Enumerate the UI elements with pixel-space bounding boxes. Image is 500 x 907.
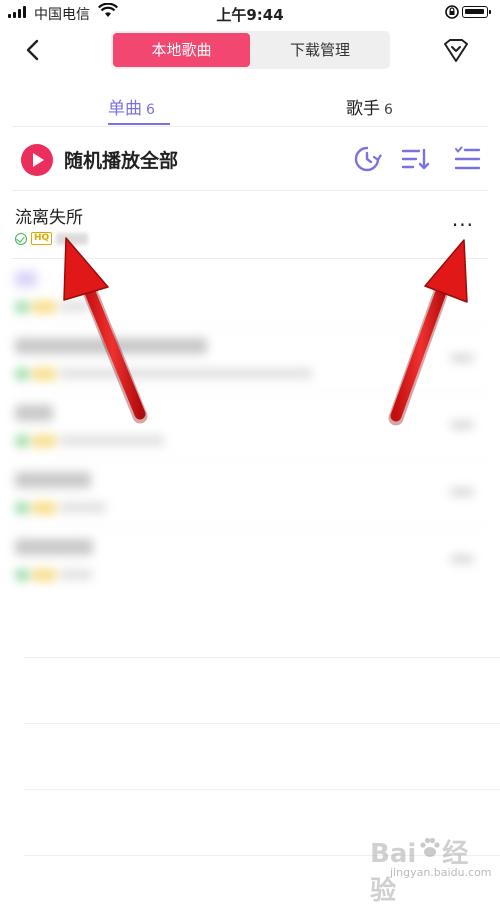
tab-singles-label: 单曲 — [108, 99, 142, 119]
header-segmented-control: 下载管理 本地歌曲 — [111, 31, 390, 69]
blurred-title — [15, 338, 207, 354]
song-title: 流离失所 — [15, 208, 83, 228]
watermark-url: jingyan.baidu.com — [390, 866, 492, 879]
more-options-button[interactable]: ··· — [452, 213, 474, 237]
song-row[interactable]: 流离失所 HQ ··· — [12, 192, 488, 259]
tab-singles[interactable]: 单曲 6 — [108, 94, 155, 119]
song-row-blurred[interactable] — [12, 326, 488, 393]
play-all-label[interactable]: 随机播放全部 — [64, 146, 178, 173]
paw-logo-icon — [420, 837, 440, 857]
history-clock-icon[interactable] — [352, 144, 382, 174]
play-all-row: 随机播放全部 — [12, 138, 488, 191]
tab-artists-label: 歌手 — [346, 99, 380, 119]
divider — [24, 789, 500, 790]
blurred-hq-badge — [32, 569, 56, 581]
blurred-more-icon[interactable] — [450, 354, 474, 362]
divider — [24, 723, 500, 724]
download-diamond-icon[interactable] — [442, 38, 470, 64]
tab-singles-count: 6 — [146, 102, 155, 118]
play-all-button[interactable] — [21, 144, 53, 176]
multi-select-list-icon[interactable] — [452, 144, 482, 174]
clock: 上午9:44 — [216, 6, 284, 24]
song-row-blurred[interactable] — [12, 393, 488, 460]
sub-tab-bar: 单曲 6 歌手 6 — [12, 90, 488, 127]
blurred-hq-badge — [32, 368, 56, 380]
blurred-check-icon — [15, 368, 29, 380]
blurred-artist — [60, 368, 312, 379]
blurred-check-icon — [15, 301, 29, 313]
battery-icon — [462, 6, 491, 18]
blurred-title — [15, 405, 53, 421]
blurred-artist — [60, 301, 90, 312]
tab-artists[interactable]: 歌手 6 — [346, 94, 393, 119]
blurred-artist — [60, 435, 164, 446]
tab-local-songs[interactable]: 本地歌曲 — [113, 33, 250, 67]
blurred-hq-badge — [32, 502, 56, 514]
tab-download-management[interactable]: 下载管理 — [250, 31, 390, 69]
blurred-check-icon — [15, 435, 29, 447]
blurred-title — [15, 271, 37, 287]
baidu-jingyan-watermark: Bai 经验 jingyan.baidu.com — [370, 833, 492, 906]
back-arrow-icon[interactable] — [22, 38, 46, 62]
blurred-more-icon[interactable] — [450, 555, 474, 563]
blurred-title — [15, 472, 91, 488]
blurred-title — [15, 539, 93, 555]
blurred-check-icon — [15, 569, 29, 581]
blurred-hq-badge — [32, 435, 56, 447]
sort-icon[interactable] — [400, 144, 430, 174]
hq-badge: HQ — [31, 232, 53, 245]
blurred-more-icon[interactable] — [450, 488, 474, 496]
song-row-blurred[interactable] — [12, 460, 488, 527]
blurred-artist — [60, 502, 106, 513]
blurred-check-icon — [15, 502, 29, 514]
tab-artists-count: 6 — [384, 102, 393, 118]
song-row-blurred[interactable] — [12, 527, 488, 593]
blurred-artist — [60, 569, 92, 580]
song-badges: HQ — [15, 232, 89, 245]
active-tab-indicator — [108, 123, 170, 125]
song-row-blurred[interactable] — [12, 259, 488, 326]
downloaded-check-icon — [15, 232, 27, 245]
status-bar: 中国电信 上午9:44 — [0, 0, 500, 26]
artist-name-redacted — [56, 232, 89, 245]
divider — [24, 657, 500, 658]
rotation-lock-icon — [445, 5, 459, 19]
blurred-more-icon[interactable] — [450, 421, 474, 429]
blurred-hq-badge — [32, 301, 56, 313]
